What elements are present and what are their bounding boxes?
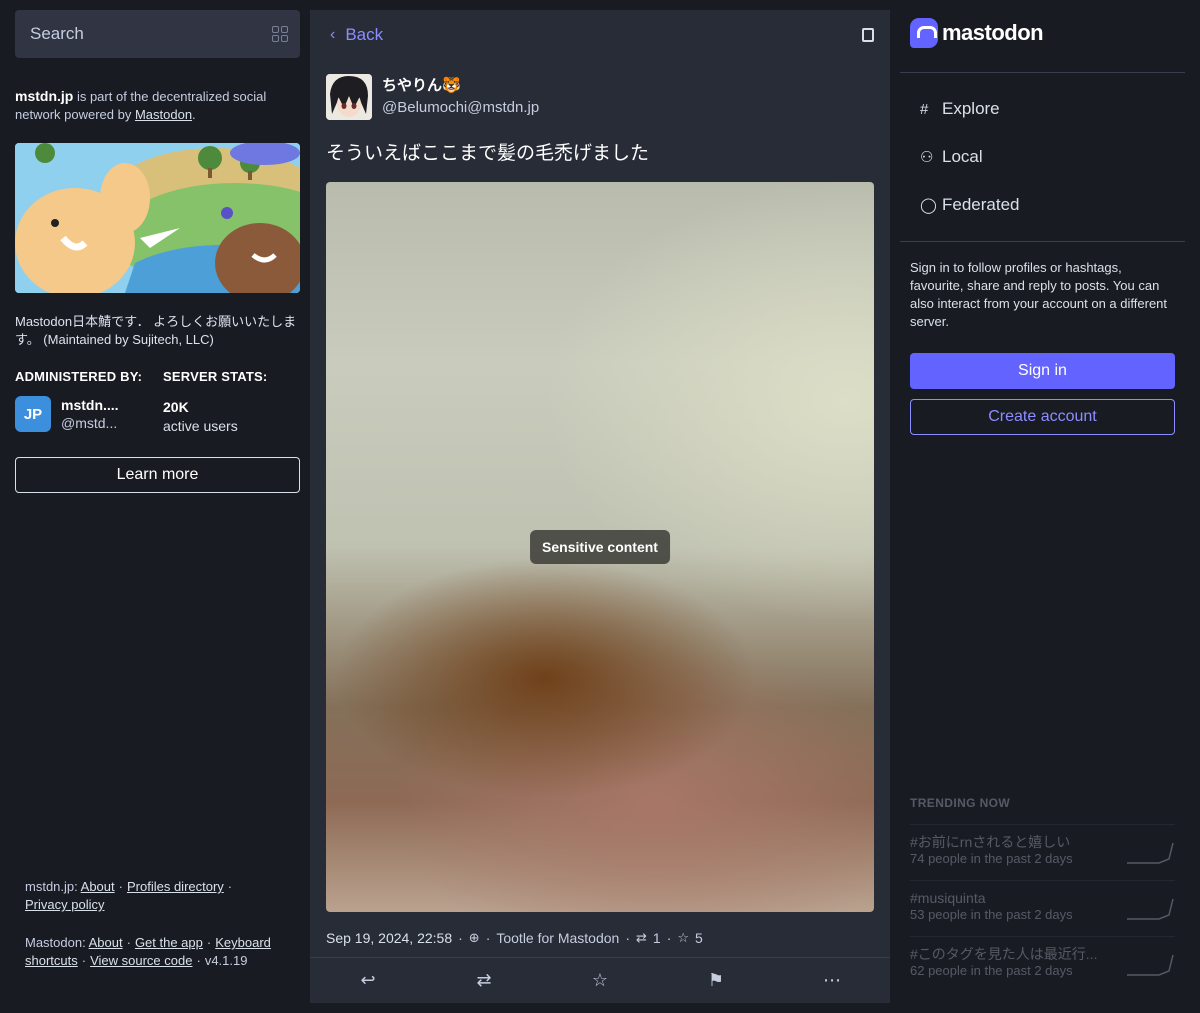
footer-mastodon-label: Mastodon <box>25 935 83 950</box>
intro-end: . <box>192 107 196 122</box>
administered-by: ADMINISTERED BY: JP mstdn.... @mstd... <box>15 369 163 436</box>
admin-account[interactable]: JP mstdn.... @mstd... <box>15 396 163 432</box>
more-options-icon[interactable]: ⋯ <box>812 970 852 991</box>
stats-heading: SERVER STATS: <box>163 369 268 384</box>
nav-label-explore: Explore <box>942 99 1000 118</box>
reblogs-count[interactable]: 1 <box>653 930 661 946</box>
sign-in-prompt: Sign in to follow profiles or hashtags, … <box>910 260 1168 329</box>
admin-avatar: JP <box>15 396 51 432</box>
sensitive-content-button[interactable]: Sensitive content <box>530 530 670 564</box>
display-name: ちやりん🐯 <box>382 77 461 94</box>
sign-in-banner: Sign in to follow profiles or hashtags, … <box>910 259 1175 435</box>
bookmark-icon[interactable]: ⚑ <box>696 970 736 991</box>
active-users-count: 20K <box>163 399 189 415</box>
trending-now: TRENDING NOW #お前にrnされると嬉しい 74 people in … <box>910 796 1175 978</box>
nav-item-explore[interactable]: # Explore <box>900 85 1185 133</box>
create-account-button[interactable]: Create account <box>910 399 1175 435</box>
favourites-count[interactable]: 5 <box>695 930 703 946</box>
server-hero-image <box>15 143 300 293</box>
boost-icon[interactable]: ⇄ <box>464 970 504 991</box>
nav-item-local[interactable]: ⚇ Local <box>900 133 1185 181</box>
footer-privacy-policy-link[interactable]: Privacy policy <box>25 897 104 912</box>
server-description: Mastodon日本鯖です． よろしくお願いいたします。 (Maintained… <box>15 314 297 347</box>
footer-get-app-link[interactable]: Get the app <box>135 935 203 950</box>
active-users-label: active users <box>163 418 238 434</box>
footer-mastodon-links: Mastodon: About · Get the app · Keyboard sho… <box>25 935 271 968</box>
globe-icon: ◯ <box>920 197 937 214</box>
mastodon-logo-icon <box>910 18 938 48</box>
server-domain: mstdn.jp <box>15 88 74 104</box>
status-column: ‹ Back ちやりん🐯 @Belumochi@mstdn.jp そういえばここ… <box>310 10 890 1003</box>
footer-profiles-directory-link[interactable]: Profiles directory <box>127 879 224 894</box>
trend-sparkline <box>1127 954 1174 976</box>
footer-server-label: mstdn.jp <box>25 879 75 894</box>
avatar <box>326 74 372 120</box>
learn-more-button[interactable]: Learn more <box>15 457 300 493</box>
mastodon-link[interactable]: Mastodon <box>135 107 192 122</box>
status-content: そういえばここまで髪の毛禿げました <box>326 143 650 164</box>
back-button[interactable]: ‹ Back <box>330 25 383 45</box>
chevron-left-icon: ‹ <box>330 26 336 43</box>
footer-server-links: mstdn.jp: About · Profiles directory · Priva… <box>25 879 233 912</box>
back-label: Back <box>345 25 384 44</box>
trend-item[interactable]: #musiquinta 53 people in the past 2 days <box>910 880 1175 922</box>
status-meta: Sep 19, 2024, 22:58 · ⊕ · Tootle for Mas… <box>326 930 703 946</box>
hashtag-icon: # <box>920 100 929 118</box>
media-attachment[interactable]: Sensitive content <box>326 182 874 912</box>
search-input[interactable]: Search <box>15 10 300 58</box>
trend-sparkline <box>1127 842 1174 864</box>
users-icon: ⚇ <box>920 149 934 166</box>
nav-item-federated[interactable]: ◯ Federated <box>900 181 1185 229</box>
admin-handle: @mstd... <box>61 415 118 431</box>
status-detail: ちやりん🐯 @Belumochi@mstdn.jp そういえばここまで髪の毛禿げ… <box>310 60 890 946</box>
status-timestamp[interactable]: Sep 19, 2024, 22:58 <box>326 930 452 946</box>
star-icon: ☆ <box>677 930 690 945</box>
show-more-icon[interactable] <box>862 28 874 42</box>
status-application: Tootle for Mastodon <box>496 930 620 946</box>
search-placeholder: Search <box>30 24 84 43</box>
server-intro: mstdn.jp is part of the decentralized so… <box>15 87 300 124</box>
footer-mastodon-about-link[interactable]: About <box>89 935 123 950</box>
trend-item[interactable]: #お前にrnされると嬉しい 74 people in the past 2 da… <box>910 824 1175 866</box>
reply-icon[interactable]: ↩ <box>348 970 388 991</box>
mastodon-logo[interactable]: mastodon <box>910 18 1044 48</box>
admin-name: mstdn.... <box>61 397 119 413</box>
logo-text: mastodon <box>942 20 1044 45</box>
retweet-icon: ⇄ <box>636 930 647 945</box>
sign-in-button[interactable]: Sign in <box>910 353 1175 389</box>
nav-label-federated: Federated <box>942 195 1020 214</box>
left-sidebar: Search mstdn.jp is part of the decentral… <box>15 10 300 1000</box>
account-handle: @Belumochi@mstdn.jp <box>382 99 540 116</box>
globe-icon: ⊕ <box>468 930 480 945</box>
search-icon <box>272 26 288 42</box>
column-header: ‹ Back <box>310 10 890 60</box>
right-sidebar: mastodon # Explore ⚇ Local ◯ Federated S… <box>900 10 1185 1000</box>
main-navigation: # Explore ⚇ Local ◯ Federated <box>900 72 1185 242</box>
status-account[interactable]: ちやりん🐯 @Belumochi@mstdn.jp <box>326 74 874 120</box>
trend-sparkline <box>1127 898 1174 920</box>
trend-item[interactable]: #このタグを見た人は最近行... 62 people in the past 2… <box>910 936 1175 978</box>
server-stats: SERVER STATS: 20K active users <box>163 369 267 436</box>
admin-stats: ADMINISTERED BY: JP mstdn.... @mstd... S… <box>15 369 300 436</box>
nav-label-local: Local <box>942 147 983 166</box>
admin-heading: ADMINISTERED BY: <box>15 369 143 384</box>
action-bar: ↩ ⇄ ☆ ⚑ ⋯ <box>310 957 890 1003</box>
trending-heading: TRENDING NOW <box>910 796 1011 810</box>
footer-about-link[interactable]: About <box>81 879 115 894</box>
footer: mstdn.jp: About · Profiles directory · Priva… <box>25 878 300 970</box>
footer-version: v4.1.19 <box>204 953 248 968</box>
footer-source-code-link[interactable]: View source code <box>90 953 192 968</box>
favourite-icon[interactable]: ☆ <box>580 970 620 991</box>
